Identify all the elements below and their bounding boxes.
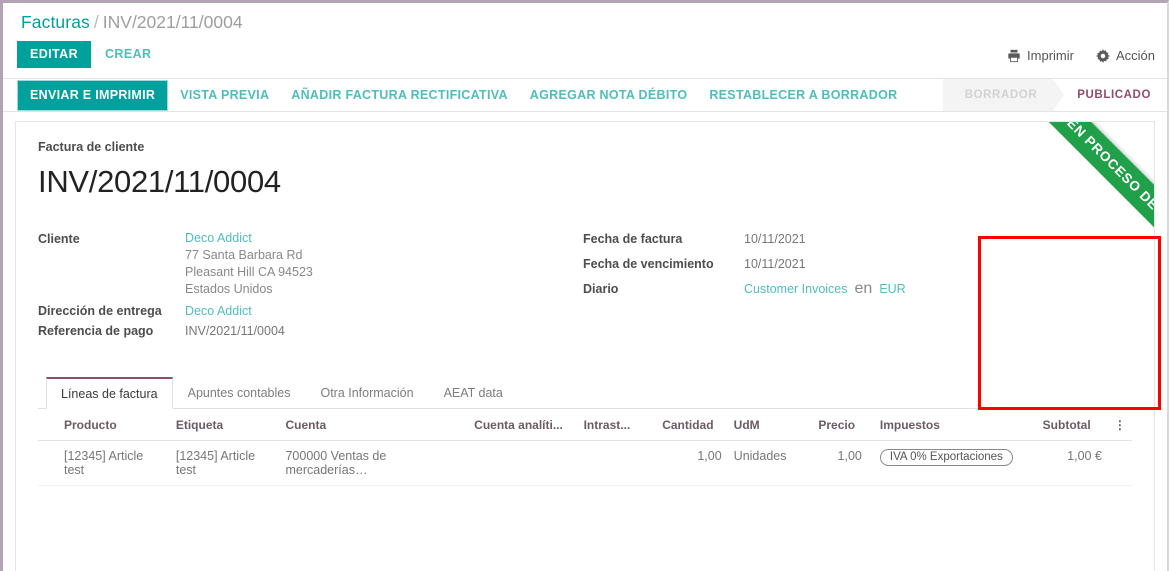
breadcrumb: Facturas / INV/2021/11/0004 [3, 3, 1167, 41]
vertical-dots-icon[interactable]: ⋮ [1107, 409, 1132, 441]
send-and-print-button[interactable]: ENVIAR E IMPRIMIR [17, 80, 169, 111]
status-stages: BORRADOR PUBLICADO [942, 79, 1167, 111]
cell-producto[interactable]: [12345] Article test [38, 440, 170, 486]
cliente-address-line-2: Pleasant Hill CA 94523 [185, 265, 313, 279]
breadcrumb-separator: / [93, 12, 99, 32]
col-udm[interactable]: UdM [727, 409, 813, 441]
diario-value[interactable]: Customer Invoices [744, 280, 848, 296]
invoice-lines-table: Producto Etiqueta Cuenta Cuenta analíti.… [38, 409, 1132, 486]
field-fecha-factura: Fecha de factura 10/11/2021 [583, 230, 1083, 246]
field-direccion-entrega: Dirección de entrega Deco Addict [38, 302, 583, 318]
direccion-entrega-value[interactable]: Deco Addict [185, 302, 252, 318]
col-precio[interactable]: Precio [812, 409, 868, 441]
breadcrumb-root[interactable]: Facturas [21, 12, 90, 32]
tab-lineas-de-factura[interactable]: Líneas de factura [46, 377, 173, 409]
field-referencia-pago: Referencia de pago INV/2021/11/0004 [38, 322, 583, 338]
referencia-pago-label: Referencia de pago [38, 324, 154, 338]
cliente-label: Cliente [38, 232, 80, 246]
diario-label: Diario [583, 282, 619, 296]
reset-to-draft-button[interactable]: RESTABLECER A BORRADOR [697, 80, 907, 110]
invoice-sheet: EN PROCESO DE PAGO Factura de cliente IN… [15, 121, 1155, 571]
table-row[interactable]: [12345] Article test [12345] Article tes… [38, 440, 1132, 486]
stage-borrador[interactable]: BORRADOR [942, 79, 1064, 111]
row-options-cell [1107, 440, 1132, 486]
cliente-value-group: Deco Addict 77 Santa Barbara Rd Pleasant… [185, 230, 313, 298]
action-button[interactable]: Acción [1095, 48, 1155, 63]
fecha-factura-value: 10/11/2021 [744, 232, 806, 246]
col-impuestos[interactable]: Impuestos [867, 409, 1037, 441]
left-field-column: Cliente Deco Addict 77 Santa Barbara Rd … [38, 230, 583, 340]
action-label: Acción [1115, 48, 1155, 63]
notebook-tabs: Líneas de factura Apuntes contables Otra… [38, 376, 1132, 409]
field-cliente: Cliente Deco Addict 77 Santa Barbara Rd … [38, 230, 583, 298]
create-button[interactable]: CREAR [91, 41, 161, 68]
cell-etiqueta[interactable]: [12345] Article test [169, 440, 280, 486]
cell-udm[interactable]: Unidades [727, 440, 813, 486]
tax-badge[interactable]: IVA 0% Exportaciones [879, 449, 1013, 466]
fecha-vencimiento-label: Fecha de vencimiento [583, 257, 714, 271]
odoo-invoice-form: Facturas / INV/2021/11/0004 EDITAR CREAR Im… [0, 0, 1169, 571]
page-title: INV/2021/11/0004 [38, 164, 281, 199]
table-header-row: Producto Etiqueta Cuenta Cuenta analíti.… [38, 409, 1132, 441]
field-diario: Diario Customer Invoices en EUR [583, 280, 1083, 298]
cell-precio[interactable]: 1,00 [812, 440, 868, 486]
print-button[interactable]: Imprimir [1007, 48, 1074, 63]
cell-cuenta-analitica[interactable] [468, 440, 578, 486]
field-fecha-vencimiento: Fecha de vencimiento 10/11/2021 [583, 255, 1083, 271]
col-intrastat[interactable]: Intrast... [577, 409, 657, 441]
referencia-pago-value: INV/2021/11/0004 [185, 324, 285, 338]
gear-icon [1095, 48, 1110, 63]
diario-value-group: Customer Invoices en EUR [744, 280, 906, 298]
edit-button[interactable]: EDITAR [17, 41, 91, 68]
tab-aeat-data[interactable]: AEAT data [429, 377, 518, 409]
tab-apuntes-contables[interactable]: Apuntes contables [173, 377, 306, 409]
right-field-column: Fecha de factura 10/11/2021 Fecha de ven… [583, 230, 1083, 340]
add-credit-note-button[interactable]: AÑADIR FACTURA RECTIFICATIVA [279, 80, 518, 110]
cliente-address-line-1: 77 Santa Barbara Rd [185, 248, 303, 262]
cell-subtotal[interactable]: 1,00 € [1036, 440, 1108, 486]
cell-intrastat[interactable] [577, 440, 657, 486]
diario-currency[interactable]: EUR [879, 280, 905, 296]
tab-otra-informacion[interactable]: Otra Información [305, 377, 428, 409]
form-tools: Imprimir Acción [1007, 48, 1155, 63]
document-type-label: Factura de cliente [38, 140, 145, 154]
cliente-address-line-3: Estados Unidos [185, 282, 273, 296]
add-debit-note-button[interactable]: AGREGAR NOTA DÉBITO [518, 80, 698, 110]
col-subtotal[interactable]: Subtotal [1036, 409, 1108, 441]
form-controls-row: EDITAR CREAR Imprimir Acción [3, 41, 1167, 79]
preview-button[interactable]: VISTA PREVIA [168, 80, 279, 110]
cell-cantidad[interactable]: 1,00 [656, 440, 728, 486]
print-label: Imprimir [1027, 48, 1074, 63]
direccion-entrega-label: Dirección de entrega [38, 304, 162, 318]
col-etiqueta[interactable]: Etiqueta [169, 409, 280, 441]
cell-cuenta[interactable]: 700000 Ventas de mercaderías… [279, 440, 469, 486]
printer-icon [1007, 49, 1021, 63]
col-cuenta[interactable]: Cuenta [279, 409, 469, 441]
col-cantidad[interactable]: Cantidad [656, 409, 728, 441]
fecha-vencimiento-value: 10/11/2021 [744, 257, 806, 271]
diario-separator: en [854, 280, 873, 297]
col-cuenta-analitica[interactable]: Cuenta analíti... [468, 409, 578, 441]
cell-impuestos[interactable]: IVA 0% Exportaciones [867, 440, 1037, 486]
stage-publicado[interactable]: PUBLICADO [1053, 79, 1167, 111]
col-producto[interactable]: Producto [38, 409, 170, 441]
status-action-bar: ENVIAR E IMPRIMIR VISTA PREVIA AÑADIR FACT… [3, 79, 1167, 112]
fecha-factura-label: Fecha de factura [583, 232, 683, 246]
breadcrumb-current: INV/2021/11/0004 [102, 12, 243, 32]
fields-area: Cliente Deco Addict 77 Santa Barbara Rd … [38, 230, 1132, 340]
cliente-name[interactable]: Deco Addict [185, 230, 313, 247]
sheet-container: EN PROCESO DE PAGO Factura de cliente IN… [3, 112, 1167, 571]
